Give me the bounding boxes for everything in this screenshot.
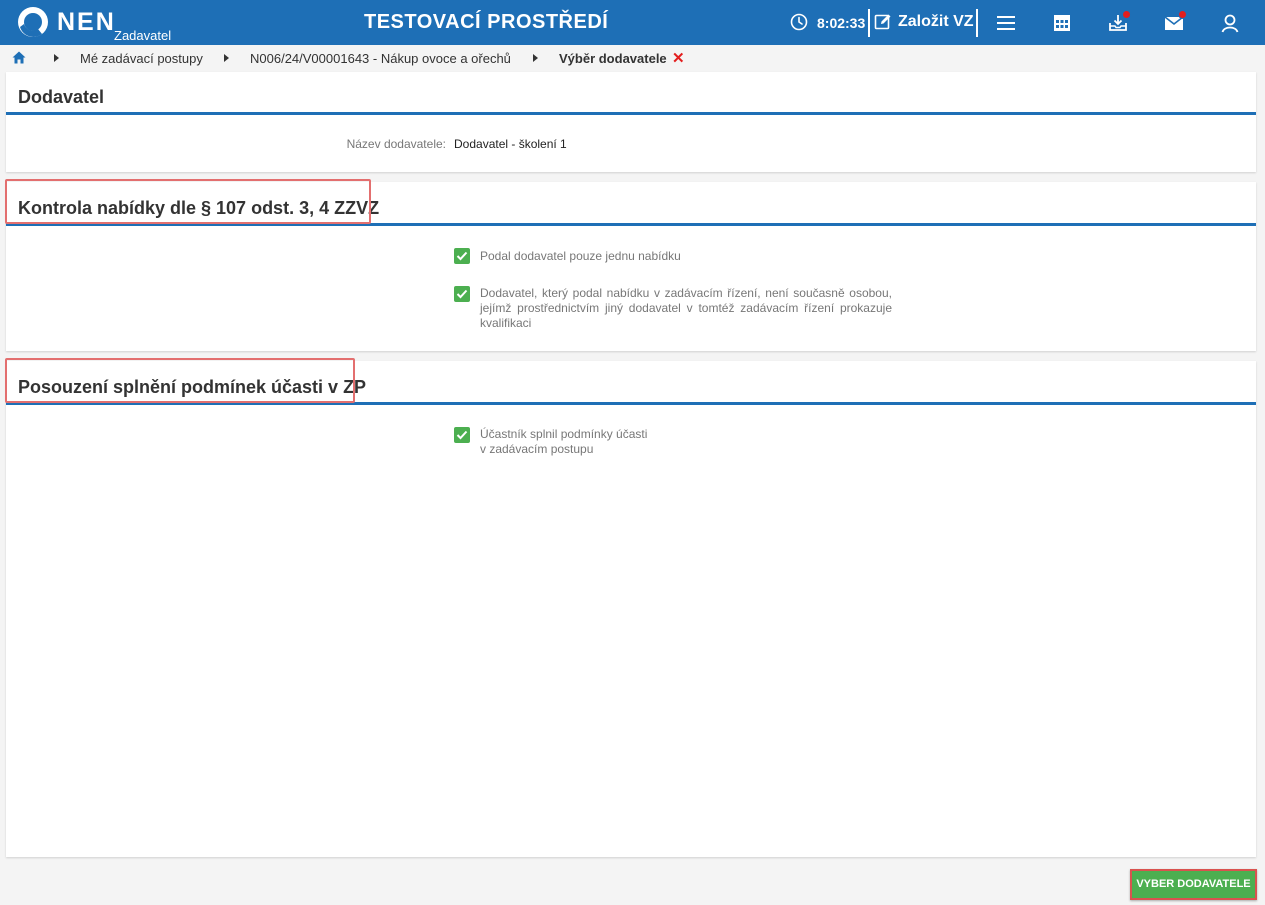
highlight-frame (5, 358, 355, 403)
panel-title: Dodavatel (18, 87, 105, 107)
supplier-name-value: Dodavatel - školení 1 (454, 137, 567, 151)
breadcrumb-item[interactable]: Mé zadávací postupy (80, 51, 203, 66)
nen-logo-icon[interactable] (16, 5, 50, 39)
close-icon[interactable]: ✕ (672, 49, 685, 67)
checkbox-label: Dodavatel, který podal nabídku v zadávac… (480, 286, 892, 330)
chevron-right-icon (224, 54, 229, 62)
divider (976, 9, 978, 37)
logo-subtitle: Zadavatel (114, 28, 172, 43)
divider (868, 9, 870, 37)
check-icon (456, 430, 468, 440)
notification-badge (1122, 10, 1131, 19)
breadcrumb-current: Výběr dodavatele (559, 51, 667, 66)
breadcrumb: Mé zadávací postupy N006/24/V00001643 - … (0, 45, 1265, 71)
check-icon (456, 289, 468, 299)
create-tender-button[interactable]: Založit VZ (898, 13, 974, 31)
offer-check-panel: Kontrola nabídky dle § 107 odst. 3, 4 ZZ… (5, 179, 1256, 351)
top-bar: NEN Zadavatel TESTOVACÍ PROSTŘEDÍ 8:02:3… (0, 0, 1265, 45)
edit-icon[interactable] (874, 13, 892, 31)
checkbox-label: Účastník splnil podmínky účasti v zadáva… (480, 427, 780, 457)
select-supplier-button[interactable]: VYBER DODAVATELE (1130, 869, 1257, 900)
checkbox-label-line: v zadávacím postupu (480, 442, 594, 456)
supplier-panel: Dodavatel Název dodavatele: Dodavatel - … (6, 72, 1256, 172)
conditions-panel: Posouzení splnění podmínek účasti v ZP Ú… (5, 358, 1256, 857)
checkbox[interactable] (454, 286, 470, 302)
clock-icon (790, 13, 808, 31)
chevron-right-icon (533, 54, 538, 62)
notification-badge (1178, 10, 1187, 19)
panel-header: Dodavatel (6, 72, 1256, 115)
session-timer: 8:02:33 (817, 15, 866, 31)
checkbox-label: Podal dodavatel pouze jednu nabídku (480, 249, 681, 263)
menu-icon[interactable] (995, 12, 1017, 34)
check-icon (456, 251, 468, 261)
checkbox[interactable] (454, 248, 470, 264)
user-icon[interactable] (1219, 12, 1241, 34)
checkbox-label-line: Účastník splnil podmínky účasti (480, 427, 648, 441)
highlight-frame (5, 179, 371, 224)
breadcrumb-item[interactable]: N006/24/V00001643 - Nákup ovoce a ořechů (250, 51, 511, 66)
calendar-icon[interactable] (1051, 12, 1073, 34)
environment-title: TESTOVACÍ PROSTŘEDÍ (364, 11, 609, 33)
checkbox[interactable] (454, 427, 470, 443)
home-icon[interactable] (12, 51, 26, 64)
logo-text[interactable]: NEN (57, 8, 116, 37)
supplier-name-label: Název dodavatele: (346, 137, 446, 151)
chevron-right-icon (54, 54, 59, 62)
